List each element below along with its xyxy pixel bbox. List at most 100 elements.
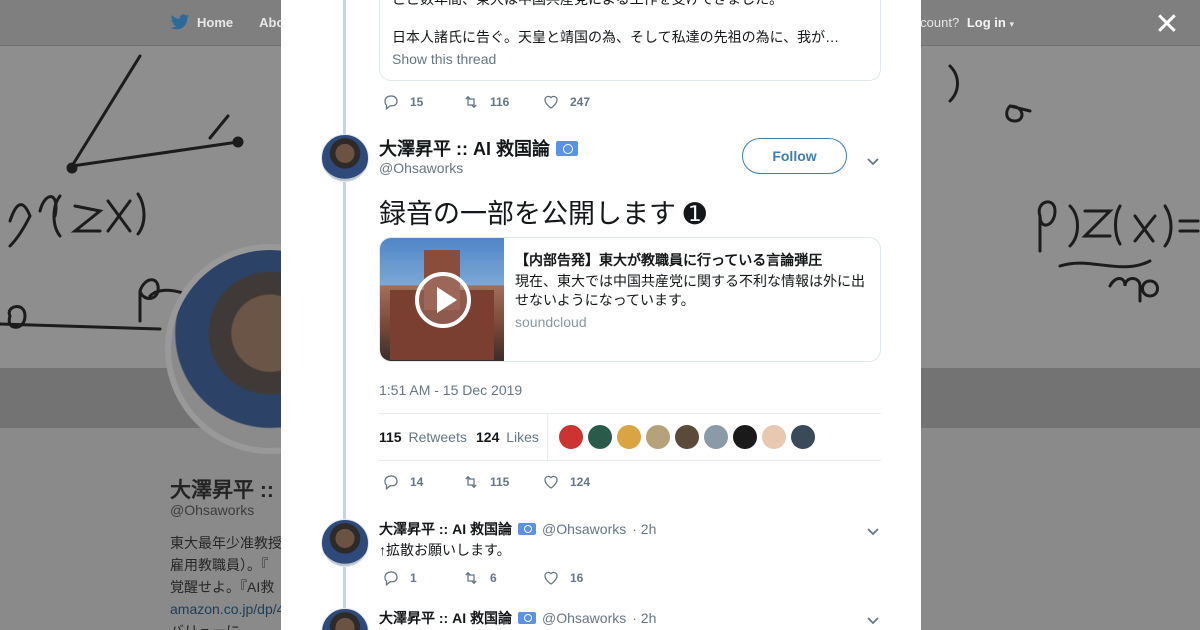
- liker-avatar[interactable]: [559, 425, 583, 449]
- reply-time[interactable]: · 2h: [632, 610, 656, 626]
- liker-avatar[interactable]: [588, 425, 612, 449]
- reply-button[interactable]: 15: [382, 93, 462, 111]
- reply-author-avatar[interactable]: [321, 519, 369, 567]
- like-button[interactable]: 124: [542, 473, 622, 491]
- retweets-count: 115: [379, 429, 402, 445]
- reply-actions: 1 6 16: [382, 569, 622, 587]
- bio-link[interactable]: amazon.co.jp/dp/4: [170, 598, 290, 620]
- close-modal-button[interactable]: ✕: [1152, 10, 1182, 40]
- tweet-stats: 115 Retweets 124 Likes: [379, 413, 881, 461]
- reply-icon: [384, 475, 398, 491]
- nav-right: ccount? Log in ▾: [914, 15, 1014, 30]
- bio-line: バリューに: [170, 620, 290, 630]
- like-count: 247: [570, 95, 591, 109]
- likers-avatars: [559, 425, 815, 449]
- reply-button[interactable]: 1: [382, 569, 462, 587]
- tweet-author-name: 大澤昇平 :: AI 救国論: [379, 139, 550, 159]
- quoted-tweet-card[interactable]: ここ数年間、東大は中国共産党による工作を受けてきました。 日本人諸氏に告ぐ。天皇…: [379, 0, 881, 81]
- un-flag-icon: [518, 612, 536, 624]
- bio-line: 覚醒せよ。『AI救: [170, 579, 275, 595]
- close-icon: ✕: [1154, 8, 1180, 41]
- tweet-actions: 14 115 124: [382, 473, 622, 491]
- soundcloud-card[interactable]: 【内部告発】東大が教職員に行っている言論弾圧 現在、東大では中国共産党に関する不…: [379, 237, 881, 362]
- heart-icon: [544, 95, 558, 109]
- reply-count: 14: [410, 475, 424, 489]
- card-title: 【内部告発】東大が教職員に行っている言論弾圧: [515, 252, 823, 268]
- retweet-icon: [465, 475, 477, 489]
- chevron-down-icon: ▾: [1009, 19, 1014, 29]
- liker-avatar[interactable]: [617, 425, 641, 449]
- profile-handle: @Ohsaworks: [170, 502, 255, 518]
- liker-avatar[interactable]: [762, 425, 786, 449]
- quoted-text-line: ここ数年間、東大は中国共産党による工作を受けてきました。: [392, 0, 783, 9]
- like-button[interactable]: 16: [542, 569, 622, 587]
- retweet-count: 116: [490, 95, 510, 109]
- reply-author-handle[interactable]: @Ohsaworks: [542, 610, 626, 626]
- tweet-author-avatar[interactable]: [321, 134, 369, 182]
- heart-icon: [544, 571, 558, 585]
- reply-author-name[interactable]: 大澤昇平 :: AI 救国論: [379, 608, 512, 628]
- bio-line: 雇用教職員）。『: [170, 557, 268, 573]
- reply-icon: [384, 571, 398, 587]
- prev-tweet-actions: 15 116 247: [382, 93, 622, 111]
- reply-header: 大澤昇平 :: AI 救国論 @Ohsaworks · 2h: [379, 608, 656, 628]
- profile-bio: 東大最年少准教授 雇用教職員）。『 覚醒せよ。『AI救 amazon.co.jp…: [170, 532, 290, 630]
- quoted-text-line: 日本人諸氏に告ぐ。天皇と靖国の為、そして私達の先祖の為に、我が…: [392, 29, 840, 45]
- un-flag-icon: [518, 523, 536, 535]
- likes-stat[interactable]: 124 Likes: [476, 429, 539, 445]
- liker-avatar[interactable]: [791, 425, 815, 449]
- reply-menu-caret[interactable]: [867, 523, 879, 536]
- heart-icon: [544, 475, 558, 489]
- reply-time[interactable]: · 2h: [632, 521, 656, 537]
- like-count: 124: [570, 475, 591, 489]
- reply-menu-caret[interactable]: [867, 612, 879, 625]
- reply-count: 1: [410, 571, 417, 585]
- tweet-menu-caret[interactable]: [867, 153, 879, 166]
- tweet-author-handle[interactable]: @Ohsaworks: [379, 160, 463, 176]
- reply-author-name[interactable]: 大澤昇平 :: AI 救国論: [379, 519, 512, 539]
- stats-divider: [547, 414, 548, 461]
- reply-count: 15: [410, 95, 424, 109]
- tweet-author-name-row[interactable]: 大澤昇平 :: AI 救国論: [379, 135, 578, 161]
- reply-icon: [384, 95, 398, 111]
- nav-home-label: Home: [197, 15, 234, 30]
- show-thread-link[interactable]: Show this thread: [392, 51, 496, 67]
- likes-count: 124: [476, 429, 500, 445]
- like-button[interactable]: 247: [542, 93, 622, 111]
- retweet-icon: [465, 95, 477, 109]
- reply-text: ↑拡散お願いします。: [379, 542, 511, 558]
- profile-name: 大澤昇平 ::: [170, 479, 274, 502]
- like-count: 16: [570, 571, 584, 585]
- login-link[interactable]: Log in: [967, 15, 1006, 30]
- liker-avatar[interactable]: [646, 425, 670, 449]
- reply-button[interactable]: 14: [382, 473, 462, 491]
- card-site: soundcloud: [515, 314, 587, 330]
- liker-avatar[interactable]: [733, 425, 757, 449]
- retweets-stat[interactable]: 115 Retweets: [379, 429, 467, 445]
- retweet-count: 6: [490, 571, 497, 585]
- tweet-timestamp[interactable]: 1:51 AM - 15 Dec 2019: [379, 382, 522, 398]
- retweet-button[interactable]: 116: [462, 93, 542, 111]
- chevron-down-icon: [867, 617, 879, 625]
- retweet-count: 115: [490, 475, 510, 489]
- retweets-label: Retweets: [408, 429, 467, 445]
- retweet-button[interactable]: 6: [462, 569, 542, 587]
- retweet-button[interactable]: 115: [462, 473, 542, 491]
- reply-author-handle[interactable]: @Ohsaworks: [542, 521, 626, 537]
- chevron-down-icon: [867, 528, 879, 536]
- nav-home[interactable]: Home: [170, 14, 233, 31]
- reply-author-avatar[interactable]: [321, 608, 369, 630]
- liker-avatar[interactable]: [704, 425, 728, 449]
- reply-header: 大澤昇平 :: AI 救国論 @Ohsaworks · 2h: [379, 519, 656, 539]
- tweet-text: 録音の一部を公開します ➊: [379, 199, 707, 229]
- chevron-down-icon: [867, 158, 879, 166]
- follow-button[interactable]: Follow: [742, 138, 847, 174]
- card-description: 現在、東大では中国共産党に関する不利な情報は外に出せないようになっています。: [515, 273, 865, 308]
- bio-line: 東大最年少准教授: [170, 535, 282, 551]
- play-icon[interactable]: [415, 272, 471, 328]
- card-thumbnail: [380, 238, 504, 361]
- twitter-bird-icon: [170, 14, 190, 30]
- likes-label: Likes: [506, 429, 539, 445]
- un-flag-icon: [556, 140, 578, 156]
- liker-avatar[interactable]: [675, 425, 699, 449]
